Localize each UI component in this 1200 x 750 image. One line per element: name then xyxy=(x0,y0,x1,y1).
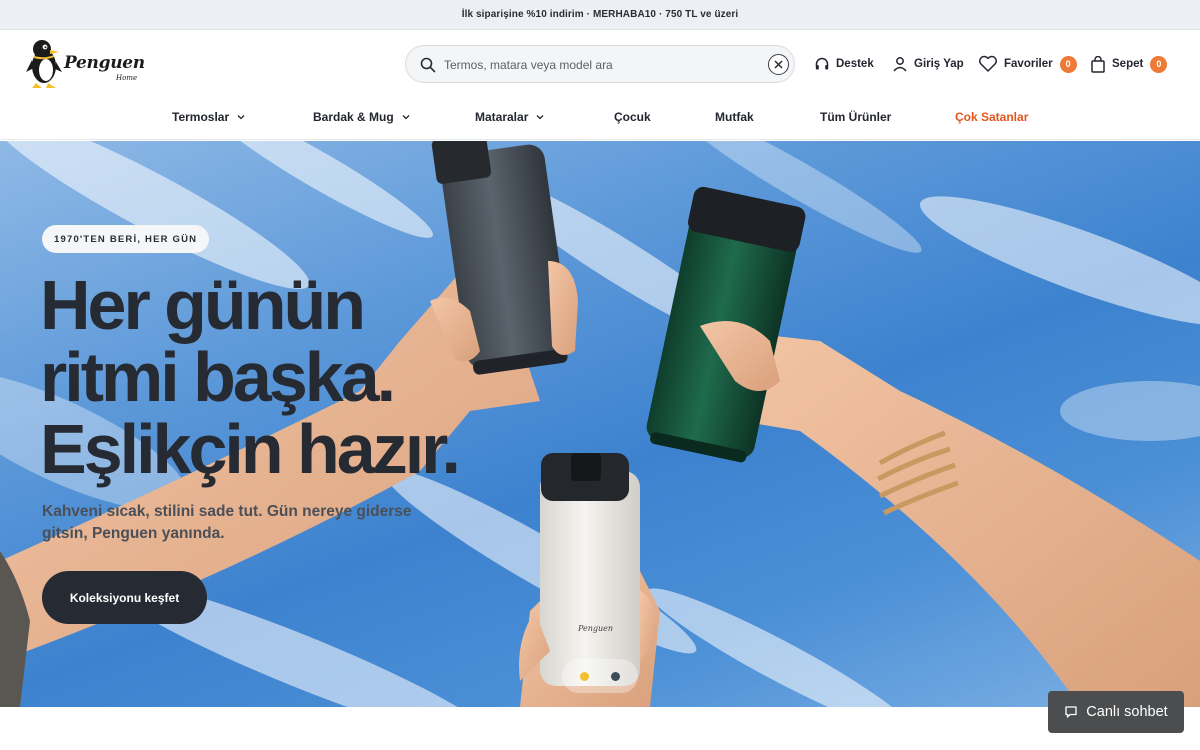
nav-item-termoslar[interactable]: Termoslar xyxy=(172,110,245,124)
login-label: Giriş Yap xyxy=(914,58,964,70)
announcement-text: İlk siparişine %10 indirim · MERHABA10 ·… xyxy=(461,9,739,20)
nav-item-tum-urunler[interactable]: Tüm Ürünler xyxy=(820,110,891,124)
hero-headline: Her günün ritmi başka. Eşlikçin hazır. xyxy=(40,269,560,485)
nav-item-mataralar[interactable]: Mataralar xyxy=(475,110,544,124)
hero-banner: Penguen 1970'TEN BERİ, HER GÜN Her günün… xyxy=(0,141,1200,707)
site-header: Penguen Home Destek xyxy=(0,30,1200,96)
search-input[interactable] xyxy=(444,54,754,76)
live-chat-label: Canlı sohbet xyxy=(1086,704,1168,720)
chevron-down-icon xyxy=(402,115,410,120)
main-nav: Termoslar Bardak & Mug Mataralar Çocuk M… xyxy=(0,96,1200,140)
cart-label: Sepet xyxy=(1112,58,1144,70)
cart-count-badge: 0 xyxy=(1150,55,1168,73)
search-icon[interactable] xyxy=(419,56,437,74)
search-box[interactable] xyxy=(405,45,795,83)
heart-icon xyxy=(979,55,997,72)
headline-line: Her günün xyxy=(40,266,366,344)
chat-bubble-icon xyxy=(1065,706,1077,718)
nav-item-cok-satanlar[interactable]: Çok Satanlar xyxy=(955,110,1028,124)
explore-collection-button[interactable]: Koleksiyonu keşfet xyxy=(42,571,207,624)
brand-name: Penguen xyxy=(64,53,145,73)
support-label: Destek xyxy=(836,58,874,70)
penguin-logo-icon xyxy=(26,40,62,88)
user-icon xyxy=(893,57,907,72)
nav-item-label: Mataralar xyxy=(475,110,529,124)
hero-eyebrow: 1970'TEN BERİ, HER GÜN xyxy=(42,225,210,253)
mug-logo-text: Penguen xyxy=(577,624,613,633)
headset-icon xyxy=(815,57,829,70)
close-icon xyxy=(774,60,783,69)
brand-sub: Home xyxy=(116,74,138,82)
search-clear-button[interactable] xyxy=(768,54,789,75)
nav-item-label: Termoslar xyxy=(172,110,230,124)
cart-link[interactable]: Sepet 0 xyxy=(1090,52,1168,76)
support-link[interactable]: Destek xyxy=(814,52,874,76)
shopping-bag-icon xyxy=(1091,55,1105,73)
slide-dot-1[interactable] xyxy=(580,671,589,681)
headline-line: ritmi başka. xyxy=(40,338,396,416)
headline-line: Eşlikçin hazır. xyxy=(40,410,461,488)
brand-logo[interactable]: Penguen Home xyxy=(24,36,145,92)
live-chat-button[interactable]: Canlı sohbet xyxy=(1048,691,1184,733)
nav-item-label: Bardak & Mug xyxy=(313,110,394,124)
nav-item-bardak-mug[interactable]: Bardak & Mug xyxy=(313,110,410,124)
announcement-bar: İlk siparişine %10 indirim · MERHABA10 ·… xyxy=(0,0,1200,30)
favorites-label: Favoriler xyxy=(1004,58,1053,70)
nav-item-label: Çok Satanlar xyxy=(955,110,1029,124)
hero-subcopy: Kahveni sıcak, stilini sade tut. Gün ner… xyxy=(42,503,412,542)
favorites-link[interactable]: Favoriler 0 xyxy=(978,52,1077,76)
chevron-down-icon xyxy=(237,115,245,120)
nav-item-cocuk[interactable]: Çocuk xyxy=(614,110,651,124)
slide-dot-2[interactable] xyxy=(611,671,620,681)
login-link[interactable]: Giriş Yap xyxy=(892,52,964,76)
chevron-down-icon xyxy=(536,115,544,120)
nav-item-label: Tüm Ürünler xyxy=(820,110,892,124)
nav-item-label: Mutfak xyxy=(715,110,754,124)
favorites-count-badge: 0 xyxy=(1059,55,1077,73)
slider-pagination xyxy=(562,659,638,693)
nav-item-label: Çocuk xyxy=(614,110,651,124)
nav-item-mutfak[interactable]: Mutfak xyxy=(715,110,754,124)
